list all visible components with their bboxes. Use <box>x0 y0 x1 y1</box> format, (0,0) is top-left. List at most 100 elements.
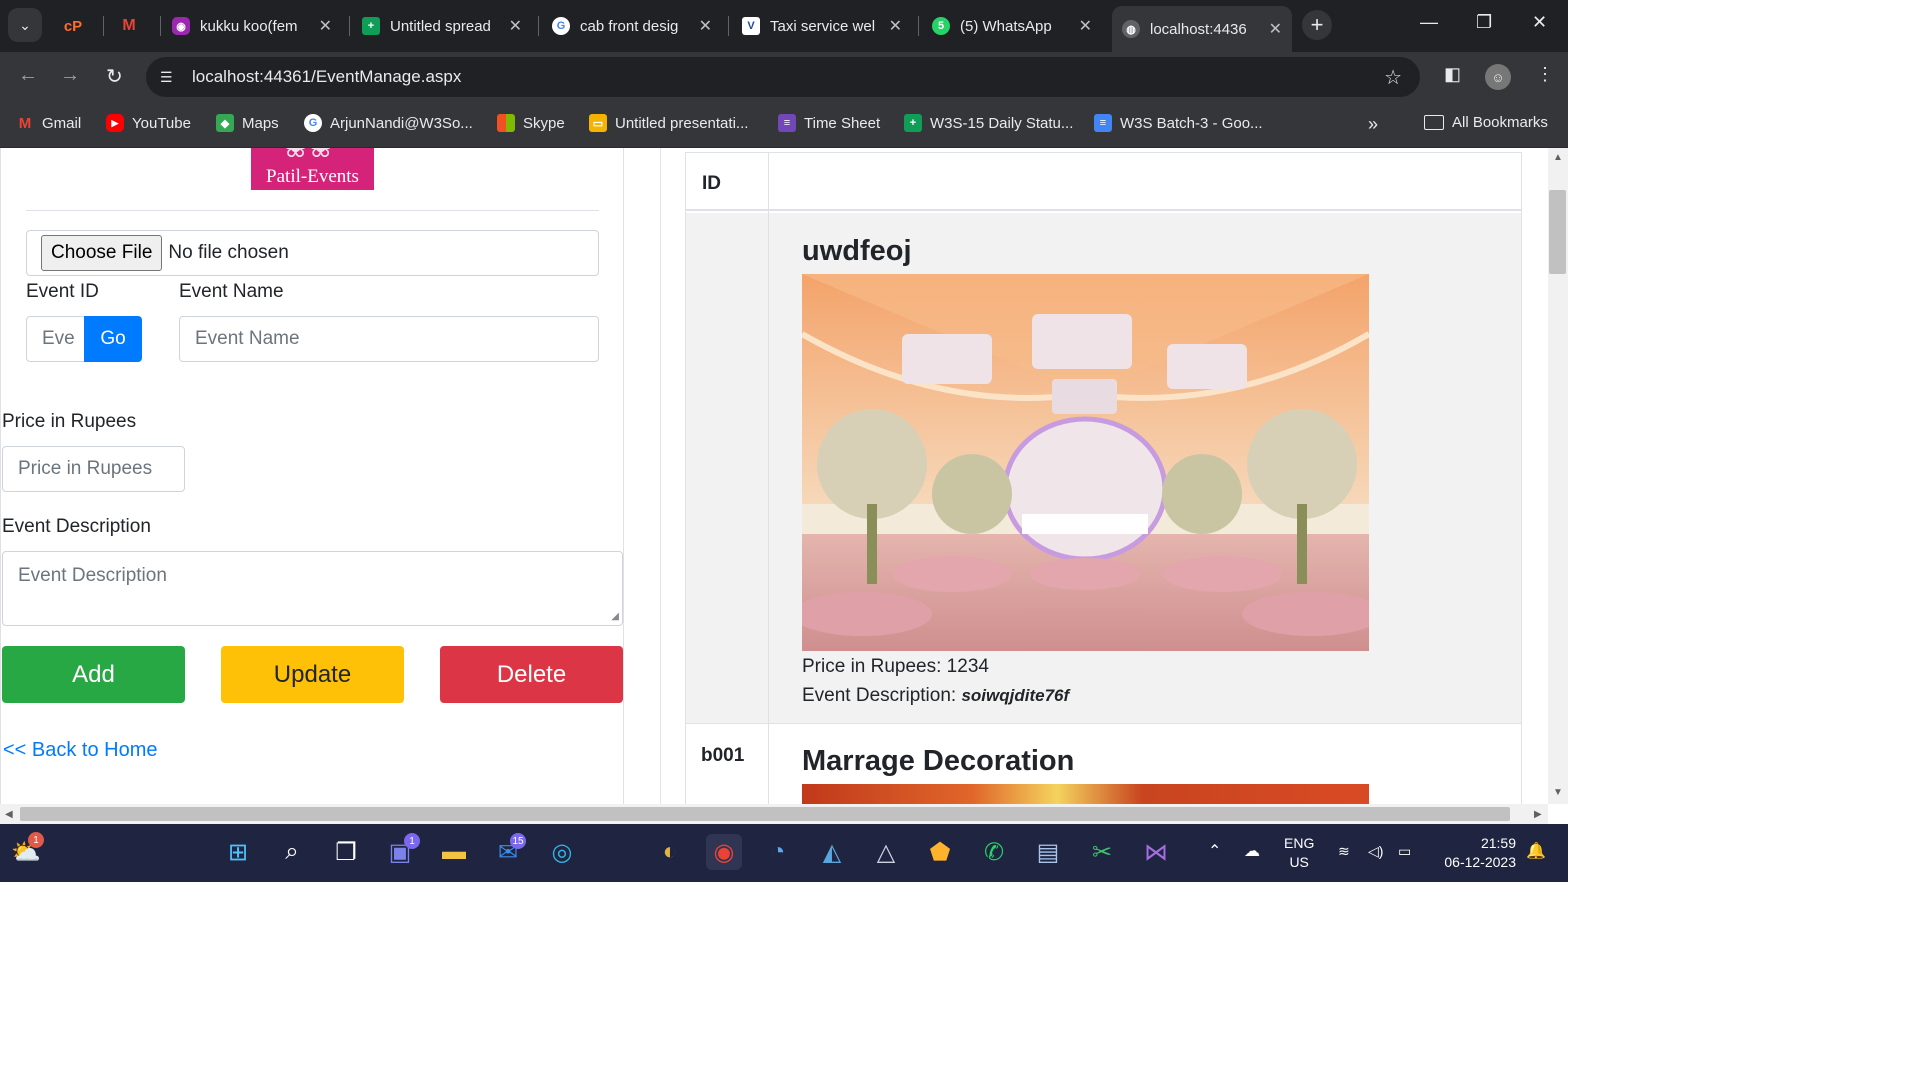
address-bar[interactable]: ☰ localhost:44361/EventManage.aspx ☆ <box>146 57 1420 97</box>
bookmark-youtube[interactable]: ▶ YouTube <box>106 114 191 132</box>
site-settings-icon[interactable]: ☰ <box>160 69 178 86</box>
cpanel-icon: cP <box>63 17 83 35</box>
table-row: b001 Marrage Decoration <box>686 725 1521 804</box>
gmail-icon: M <box>18 114 32 132</box>
description-placeholder: Event Description <box>18 565 167 586</box>
tab-localhost[interactable]: ◍ localhost:4436 ✕ <box>1112 6 1292 52</box>
minimize-icon[interactable]: — <box>1420 12 1438 33</box>
scroll-up-arrow-icon[interactable]: ▲ <box>1553 152 1563 163</box>
event-name-input[interactable]: Event Name <box>179 316 599 362</box>
profile-avatar-icon[interactable]: ☺ <box>1485 64 1511 90</box>
tab-taxi-service[interactable]: V Taxi service wel ✕ <box>732 6 912 46</box>
event-id-input[interactable]: Eve <box>26 316 86 362</box>
sheets-icon: + <box>362 17 380 35</box>
scroll-right-arrow-icon[interactable]: ▶ <box>1534 809 1542 820</box>
bookmark-batch-3[interactable]: ≡ W3S Batch-3 - Goo... <box>1094 114 1263 132</box>
globe-icon: ◍ <box>1122 20 1140 38</box>
close-icon[interactable]: ✕ <box>1079 16 1092 36</box>
close-icon[interactable]: ✕ <box>1269 19 1282 39</box>
file-explorer-icon[interactable]: ▬ <box>436 834 472 870</box>
tab-cpanel[interactable]: cP <box>54 6 100 46</box>
reload-icon[interactable]: ↻ <box>106 64 123 89</box>
tab-gmail[interactable]: M <box>110 6 156 46</box>
close-icon[interactable]: ✕ <box>509 16 522 36</box>
close-icon[interactable]: ✕ <box>889 16 902 36</box>
close-window-icon[interactable]: ✕ <box>1532 12 1547 33</box>
vertical-scroll-thumb[interactable] <box>1549 190 1566 274</box>
bookmark-skype[interactable]: Skype <box>497 114 565 132</box>
visual-studio-icon[interactable]: ⋈ <box>1138 834 1174 870</box>
side-panel-icon[interactable]: ◧ <box>1444 64 1461 85</box>
event-title: Marrage Decoration <box>802 745 1075 777</box>
language-indicator[interactable]: ENG US <box>1284 834 1314 872</box>
close-icon[interactable]: ✕ <box>699 16 712 36</box>
whatsapp-icon[interactable]: ✆ <box>976 834 1012 870</box>
bookmark-label: ArjunNandi@W3So... <box>330 114 473 132</box>
bookmark-gmail[interactable]: M Gmail <box>16 114 81 132</box>
scroll-down-arrow-icon[interactable]: ▼ <box>1553 787 1563 798</box>
file-upload[interactable]: Choose File No file chosen <box>26 230 599 276</box>
more-menu-icon[interactable]: ⋮ <box>1536 64 1554 85</box>
app-icon-blue[interactable]: ◔ <box>760 834 796 870</box>
notepad-icon[interactable]: ▤ <box>1030 834 1066 870</box>
price-label: Price in Rupees <box>2 411 137 432</box>
bookmark-presentation[interactable]: ▭ Untitled presentati... <box>589 114 748 132</box>
app-icon-color[interactable]: ⬟ <box>922 834 958 870</box>
resize-handle-icon[interactable]: ◢ <box>611 611 619 622</box>
url-text[interactable]: localhost:44361/EventManage.aspx <box>192 67 461 87</box>
choose-file-button[interactable]: Choose File <box>41 235 163 271</box>
clock[interactable]: 21:59 06-12-2023 <box>1432 834 1516 872</box>
event-name-label: Event Name <box>179 281 284 302</box>
notification-bell-icon[interactable]: 🔔 <box>1526 842 1546 861</box>
description-textarea[interactable]: Event Description ◢ <box>2 551 623 626</box>
delete-button[interactable]: Delete <box>440 646 623 703</box>
tab-search-button[interactable]: ⌄ <box>8 8 42 42</box>
task-view-icon[interactable]: ❐ <box>328 834 364 870</box>
new-tab-button[interactable]: + <box>1302 10 1332 40</box>
search-icon[interactable]: ⌕ <box>274 834 310 870</box>
battery-icon[interactable]: ▭ <box>1398 842 1411 861</box>
google-icon: G <box>304 114 322 132</box>
close-icon[interactable]: ✕ <box>319 16 332 36</box>
scroll-left-arrow-icon[interactable]: ◀ <box>5 809 13 820</box>
tab-kukku[interactable]: ◉ kukku koo(fem ✕ <box>162 6 342 46</box>
chevron-up-icon[interactable]: ⌃ <box>1208 842 1221 861</box>
eclipse-icon[interactable]: ◐ <box>652 834 688 870</box>
bookmark-label: Skype <box>523 114 565 132</box>
description-value: soiwqjdite76f <box>961 686 1070 705</box>
add-button[interactable]: Add <box>2 646 185 703</box>
update-button[interactable]: Update <box>221 646 404 703</box>
bookmark-arjun[interactable]: G ArjunNandi@W3So... <box>304 114 473 132</box>
back-to-home-link[interactable]: << Back to Home <box>3 739 158 762</box>
wifi-icon[interactable]: ≋ <box>1338 842 1350 861</box>
horizontal-scroll-thumb[interactable] <box>20 807 1510 821</box>
back-arrow-icon[interactable]: ← <box>18 64 38 87</box>
plus-icon: + <box>1310 12 1324 37</box>
onedrive-icon[interactable]: ☁ <box>1244 842 1260 861</box>
app-icon-triangle[interactable]: △ <box>868 834 904 870</box>
docs-icon: ≡ <box>1094 114 1112 132</box>
page-content: ❀❀ Patil-Events Choose File No file chos… <box>0 148 1548 804</box>
chrome-icon[interactable]: ◉ <box>706 834 742 870</box>
app-icon-arrow[interactable]: ◭ <box>814 834 850 870</box>
tab-cab-front-design[interactable]: G cab front desig ✕ <box>542 6 722 46</box>
all-bookmarks[interactable]: All Bookmarks <box>1424 114 1548 131</box>
bookmark-maps[interactable]: ◆ Maps <box>216 114 279 132</box>
snip-icon[interactable]: ✂ <box>1084 834 1120 870</box>
start-icon[interactable]: ⊞ <box>220 834 256 870</box>
event-id-cell: b001 <box>701 745 745 766</box>
tab-whatsapp[interactable]: 5 (5) WhatsApp ✕ <box>922 6 1102 46</box>
go-button[interactable]: Go <box>84 316 142 362</box>
edge-icon[interactable]: ◎ <box>544 834 580 870</box>
price-input[interactable]: Price in Rupees <box>2 446 185 492</box>
bookmark-star-icon[interactable]: ☆ <box>1384 65 1402 90</box>
tab-untitled-spreadsheet[interactable]: + Untitled spread ✕ <box>352 6 532 46</box>
forward-arrow-icon[interactable]: → <box>60 64 80 87</box>
volume-icon[interactable]: ◁) <box>1368 842 1383 861</box>
bookmark-time-sheet[interactable]: ≡ Time Sheet <box>778 114 880 132</box>
restore-icon[interactable]: ❐ <box>1476 12 1492 33</box>
bookmark-daily-status[interactable]: + W3S-15 Daily Statu... <box>904 114 1073 132</box>
bookmark-label: Untitled presentati... <box>615 114 749 132</box>
forms-icon: ≡ <box>778 114 796 132</box>
more-bookmarks-chevron-icon[interactable]: » <box>1368 114 1378 135</box>
